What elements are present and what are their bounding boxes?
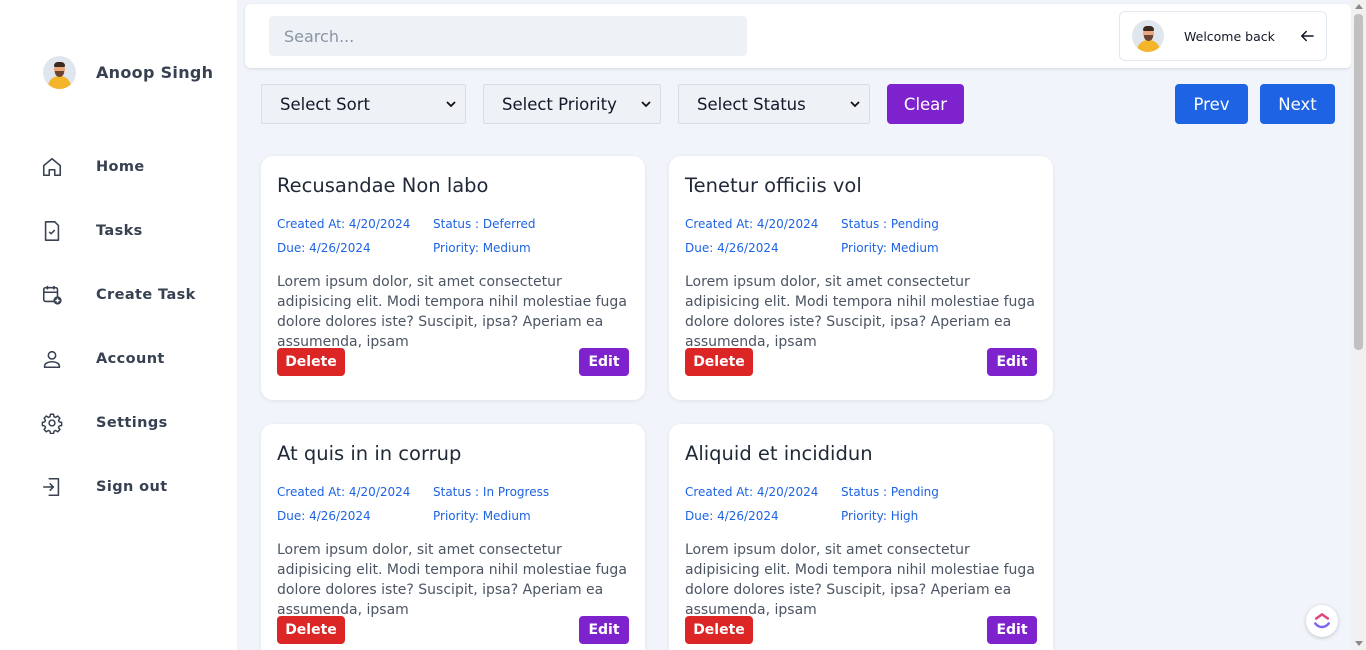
- scroll-down-arrow-icon[interactable]: [1355, 641, 1363, 646]
- delete-button[interactable]: Delete: [277, 616, 345, 644]
- task-created: Created At: 4/20/2024: [277, 485, 411, 499]
- priority-select[interactable]: Select Priority: [483, 84, 661, 124]
- scroll-thumb[interactable]: [1354, 14, 1363, 350]
- task-priority: Priority: Medium: [433, 241, 531, 255]
- home-icon: [40, 155, 64, 179]
- task-description: Lorem ipsum dolor, sit amet consectetur …: [685, 542, 1035, 618]
- sidebar-item-label: Create Task: [96, 287, 196, 303]
- status-select-value: Select Status: [697, 94, 806, 114]
- task-created: Created At: 4/20/2024: [685, 217, 819, 231]
- priority-select-value: Select Priority: [502, 94, 617, 114]
- page-scrollbar[interactable]: [1351, 0, 1366, 650]
- task-description: Lorem ipsum dolor, sit amet consectetur …: [277, 542, 627, 618]
- sidebar-item-label: Settings: [96, 415, 168, 431]
- chevron-down-icon: [446, 101, 456, 108]
- clickup-logo-icon: [1314, 613, 1330, 629]
- sidebar-item-label: Tasks: [96, 223, 143, 239]
- task-due: Due: 4/26/2024: [277, 241, 371, 255]
- sidebar-item-account[interactable]: Account: [40, 342, 196, 376]
- sidebar-item-create-task[interactable]: Create Task: [40, 278, 196, 312]
- task-description: Lorem ipsum dolor, sit amet consectetur …: [277, 274, 627, 350]
- task-title: Aliquid et incididun: [685, 442, 873, 465]
- welcome-text: Welcome back: [1184, 28, 1275, 44]
- gear-icon: [40, 411, 64, 435]
- welcome-panel[interactable]: Welcome back: [1119, 11, 1327, 61]
- task-title: At quis in in corrup: [277, 442, 462, 465]
- filter-bar: Select Sort Select Priority Select Statu…: [261, 84, 964, 124]
- sidebar-item-settings[interactable]: Settings: [40, 406, 196, 440]
- task-due: Due: 4/26/2024: [277, 509, 371, 523]
- task-priority: Priority: High: [841, 509, 919, 523]
- task-status: Status : Pending: [841, 217, 939, 231]
- edit-button[interactable]: Edit: [987, 616, 1037, 644]
- top-bar: Welcome back: [245, 4, 1351, 68]
- task-status: Status : In Progress: [433, 485, 550, 499]
- user-icon: [40, 347, 64, 371]
- task-title: Tenetur officiis vol: [685, 174, 862, 197]
- arrow-left-icon[interactable]: [1298, 27, 1316, 45]
- sidebar-item-label: Account: [96, 351, 165, 367]
- status-select[interactable]: Select Status: [678, 84, 870, 124]
- sidebar-item-label: Home: [96, 159, 145, 175]
- task-card: Recusandae Non labo Created At: 4/20/202…: [261, 156, 645, 400]
- task-description: Lorem ipsum dolor, sit amet consectetur …: [685, 274, 1035, 350]
- task-status: Status : Pending: [841, 485, 939, 499]
- delete-button[interactable]: Delete: [277, 348, 345, 376]
- task-due: Due: 4/26/2024: [685, 509, 779, 523]
- edit-button[interactable]: Edit: [579, 616, 629, 644]
- clickup-widget-button[interactable]: [1306, 605, 1338, 637]
- task-card: Tenetur officiis vol Created At: 4/20/20…: [669, 156, 1053, 400]
- avatar: [43, 56, 76, 89]
- task-card: At quis in in corrup Created At: 4/20/20…: [261, 424, 645, 650]
- user-profile[interactable]: Anoop Singh: [43, 56, 213, 89]
- avatar: [1132, 20, 1164, 52]
- sign-out-icon: [40, 475, 64, 499]
- task-priority: Priority: Medium: [433, 509, 531, 523]
- chevron-down-icon: [850, 101, 860, 108]
- delete-button[interactable]: Delete: [685, 616, 753, 644]
- edit-button[interactable]: Edit: [987, 348, 1037, 376]
- search-input[interactable]: [269, 16, 747, 56]
- profile-name: Anoop Singh: [96, 63, 214, 82]
- sidebar: Anoop Singh Home Tasks Create Task Accou…: [0, 0, 237, 650]
- task-due: Due: 4/26/2024: [685, 241, 779, 255]
- scroll-up-arrow-icon[interactable]: [1355, 4, 1363, 9]
- task-created: Created At: 4/20/2024: [685, 485, 819, 499]
- edit-button[interactable]: Edit: [579, 348, 629, 376]
- task-created: Created At: 4/20/2024: [277, 217, 411, 231]
- sidebar-item-sign-out[interactable]: Sign out: [40, 470, 196, 504]
- calendar-add-icon: [40, 283, 64, 307]
- task-file-icon: [40, 219, 64, 243]
- sidebar-item-label: Sign out: [96, 479, 168, 495]
- prev-button[interactable]: Prev: [1175, 84, 1248, 124]
- sidebar-nav: Home Tasks Create Task Account Settings: [40, 150, 196, 534]
- task-priority: Priority: Medium: [841, 241, 939, 255]
- sidebar-item-home[interactable]: Home: [40, 150, 196, 184]
- sidebar-item-tasks[interactable]: Tasks: [40, 214, 196, 248]
- sort-select-value: Select Sort: [280, 94, 370, 114]
- clear-button[interactable]: Clear: [887, 84, 964, 124]
- task-status: Status : Deferred: [433, 217, 536, 231]
- delete-button[interactable]: Delete: [685, 348, 753, 376]
- task-card: Aliquid et incididun Created At: 4/20/20…: [669, 424, 1053, 650]
- task-title: Recusandae Non labo: [277, 174, 489, 197]
- next-button[interactable]: Next: [1260, 84, 1335, 124]
- chevron-down-icon: [641, 101, 651, 108]
- sort-select[interactable]: Select Sort: [261, 84, 466, 124]
